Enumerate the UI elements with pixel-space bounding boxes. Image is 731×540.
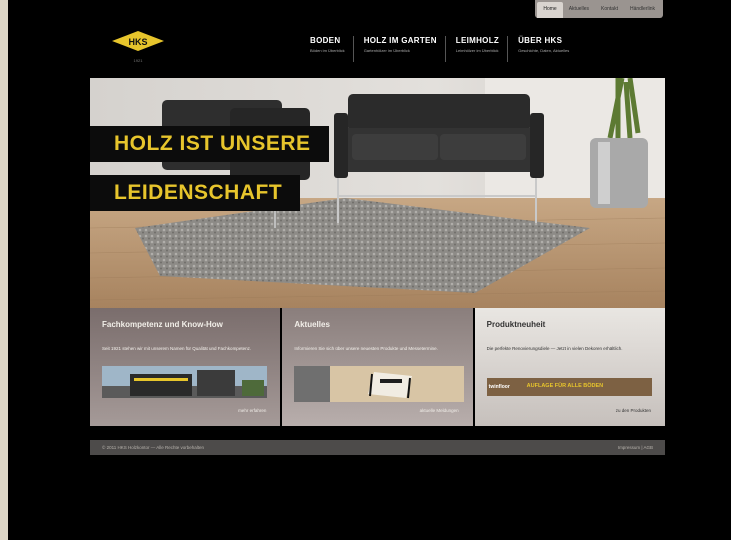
hero-slogan-line-2: LEIDENSCHAFT xyxy=(90,175,301,211)
teaser-title: Fachkompetenz und Know-How xyxy=(102,320,223,329)
teaser-title: Aktuelles xyxy=(294,320,330,329)
nav-item-subtitle: Leimhölzer im Überblick xyxy=(455,48,499,53)
nav-item-title: ÜBER HKS xyxy=(518,36,563,45)
teaser-text: Seit 1921 stehen wir mit unserem Namen f… xyxy=(102,346,252,351)
footer-bar: © 2011 HKS Holzkontor — Alle Rechte vorb… xyxy=(90,440,665,455)
page: Home Aktuelles Kontakt Händlerlink HKS 1… xyxy=(8,0,731,540)
teaser-title: Produktneuheit xyxy=(486,320,546,329)
nav-item-ueber-hks[interactable]: ÜBER HKS Geschichte, Daten, Aktuelles xyxy=(507,36,577,62)
footer-copyright: © 2011 HKS Holzkontor — Alle Rechte vorb… xyxy=(102,445,205,450)
teaser-text: Informieren Sie sich über unsere neueste… xyxy=(294,346,438,351)
teaser-boxes: Fachkompetenz und Know-How Seit 1921 ste… xyxy=(90,308,665,426)
product-label: twinfloor xyxy=(488,384,510,390)
footer-links[interactable]: Impressum | AGB xyxy=(618,445,653,450)
product-banner-text: AUFLAGE FÜR ALLE BÖDEN xyxy=(526,383,604,389)
nav-item-subtitle: Geschichte, Daten, Aktuelles xyxy=(518,48,570,53)
teaser-image-building xyxy=(102,366,267,398)
teaser-box-fachkompetenz[interactable]: Fachkompetenz und Know-How Seit 1921 ste… xyxy=(90,308,281,426)
teaser-more-link[interactable]: mehr erfahren xyxy=(238,408,266,413)
main-navigation: BODEN Böden im Überblick HOLZ IM GARTEN … xyxy=(306,36,577,62)
top-nav-home[interactable]: Home xyxy=(537,2,563,18)
hero-slogan-line-1: HOLZ IST UNSERE xyxy=(90,126,329,162)
nav-item-subtitle: Böden im Überblick xyxy=(310,48,345,53)
teaser-product-strip: twinfloor AUFLAGE FÜR ALLE BÖDEN xyxy=(486,378,652,396)
teaser-more-link[interactable]: zu den Produkten xyxy=(616,408,651,413)
nav-item-leimholz[interactable]: LEIMHOLZ Leimhölzer im Überblick xyxy=(444,36,507,62)
teaser-image-news xyxy=(294,366,465,402)
teaser-box-produktneuheit[interactable]: Produktneuheit Die perfekte Renovierungs… xyxy=(474,308,665,426)
logo-graphic: HKS 1921 xyxy=(112,31,164,63)
logo-text: HKS xyxy=(128,37,147,47)
nav-item-title: BODEN xyxy=(310,36,341,45)
hero-banner: HOLZ IST UNSERE LEIDENSCHAFT xyxy=(90,78,665,308)
nav-item-title: LEIMHOLZ xyxy=(455,36,500,45)
top-nav-dealer[interactable]: Händlerlink xyxy=(624,0,661,18)
nav-item-holz-im-garten[interactable]: HOLZ IM GARTEN Gartenhölzer im Überblick xyxy=(352,36,445,62)
logo[interactable]: HKS 1921 xyxy=(110,28,166,68)
nav-item-title: HOLZ IM GARTEN xyxy=(363,36,437,45)
teaser-box-aktuelles[interactable]: Aktuelles Informieren Sie sich über unse… xyxy=(282,308,473,426)
logo-subtext: 1921 xyxy=(134,58,144,63)
teaser-text: Die perfekte Renovierungsdiele — Jetzt i… xyxy=(486,346,623,351)
top-navigation: Home Aktuelles Kontakt Händlerlink xyxy=(535,0,663,18)
nav-item-boden[interactable]: BODEN Böden im Überblick xyxy=(306,36,353,62)
nav-item-subtitle: Gartenhölzer im Überblick xyxy=(363,48,410,53)
top-nav-news[interactable]: Aktuelles xyxy=(563,0,595,18)
teaser-more-link[interactable]: aktuelle Meldungen xyxy=(420,408,459,413)
top-nav-contact[interactable]: Kontakt xyxy=(595,0,624,18)
